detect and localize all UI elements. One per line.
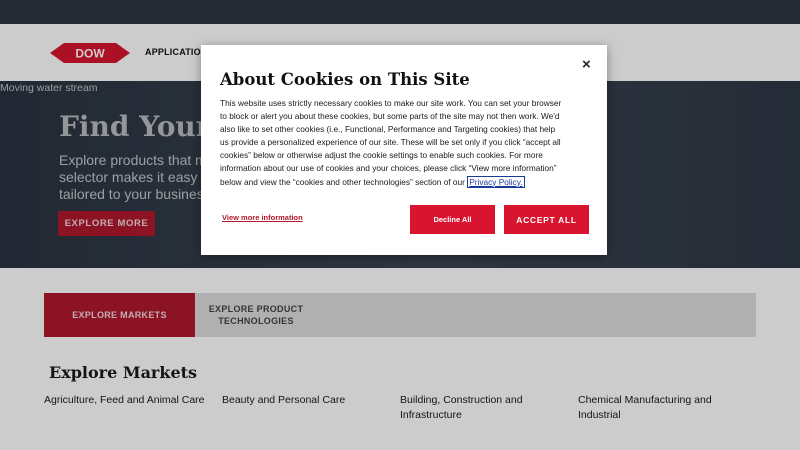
view-more-information-link[interactable]: View more information: [222, 213, 303, 222]
cookie-body-line: This website uses strictly necessary coo…: [220, 98, 562, 108]
cookie-body-line: information about our use of cookies and…: [220, 163, 557, 174]
cookie-body-line: cookies” below or otherwise adjust the c…: [220, 150, 543, 161]
accept-all-button[interactable]: ACCEPT ALL: [504, 205, 589, 234]
cookie-body-line: to block or alert you about these cookie…: [220, 111, 560, 122]
cookie-body-text: below and view the “cookies and other te…: [220, 176, 465, 187]
cookie-dialog-body: This website uses strictly necessary coo…: [220, 97, 592, 189]
cookie-consent-dialog: About Cookies on This Site × This websit…: [201, 45, 607, 255]
privacy-policy-link[interactable]: Privacy Policy.: [467, 175, 525, 188]
cookie-dialog-title: About Cookies on This Site: [220, 70, 470, 89]
cookie-body-line-last: below and view the “cookies and other te…: [220, 175, 592, 189]
decline-all-button[interactable]: Decline All: [410, 205, 495, 234]
close-icon[interactable]: ×: [582, 56, 591, 73]
cookie-body-line: us provide a personalized experience of …: [220, 137, 561, 148]
cookie-body-line: also like to set other cookies (i.e., Fu…: [220, 124, 556, 135]
